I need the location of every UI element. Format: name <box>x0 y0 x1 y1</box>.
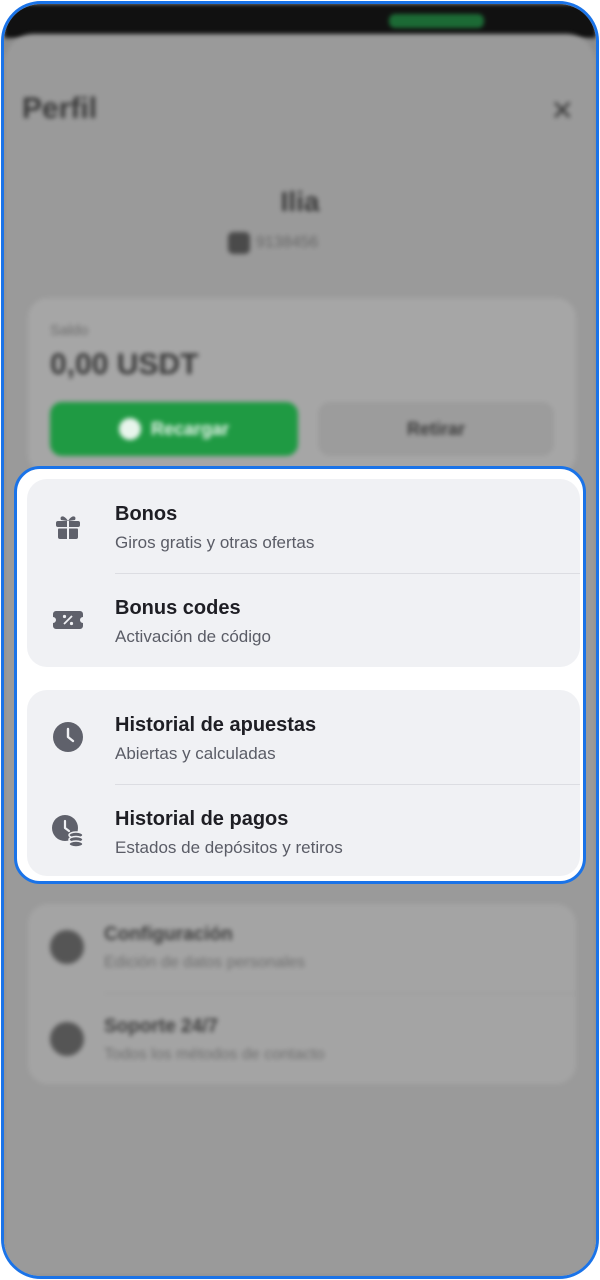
menu-item-subtitle: Abiertas y calculadas <box>115 744 276 763</box>
divider <box>104 993 576 994</box>
user-id: 9138456 <box>256 234 319 251</box>
gear-icon <box>50 930 84 964</box>
deposit-label: Recargar <box>150 418 230 439</box>
withdraw-label: Retirar <box>406 418 466 439</box>
menu-item-title: Historial de apuestas <box>115 714 317 736</box>
menu-item-settings[interactable]: Configuración Edición de datos personale… <box>28 904 576 994</box>
support-icon <box>50 1022 84 1056</box>
menu-item-bonus-codes[interactable]: Bonus codes Activación de código <box>27 573 580 667</box>
menu-item-title: Soporte 24/7 <box>104 1016 219 1037</box>
user-name: Ilia <box>280 186 320 217</box>
gift-icon <box>51 509 85 543</box>
menu-item-bonos[interactable]: Bonos Giros gratis y otras ofertas <box>27 479 580 573</box>
settings-group: Configuración Edición de datos personale… <box>28 904 576 1084</box>
copy-icon[interactable] <box>228 232 250 254</box>
user-id-row[interactable]: 9138456 <box>228 232 318 254</box>
menu-item-title: Bonos <box>115 503 178 525</box>
menu-item-subtitle: Todos los métodos de contacto <box>104 1046 325 1063</box>
menu-item-title: Bonus codes <box>115 597 241 619</box>
payment-history-icon <box>51 814 85 848</box>
menu-item-support[interactable]: Soporte 24/7 Todos los métodos de contac… <box>28 996 576 1086</box>
balance-value: 0,00 USDT <box>50 348 199 381</box>
menu-item-subtitle: Edición de datos personales <box>104 954 306 971</box>
menu-item-subtitle: Estados de depósitos y retiros <box>115 838 343 857</box>
menu-item-subtitle: Giros gratis y otras ofertas <box>115 533 315 552</box>
page-title: Perfil <box>22 92 98 125</box>
balance-card: Saldo 0,00 USDT Recargar Retirar <box>28 298 576 474</box>
history-menu-group: Historial de apuestas Abiertas y calcula… <box>27 690 580 876</box>
status-bar <box>4 4 596 38</box>
menu-item-subtitle: Activación de código <box>115 627 271 646</box>
close-icon[interactable]: ✕ <box>551 94 574 127</box>
bonus-menu-group: Bonos Giros gratis y otras ofertas Bonus… <box>27 479 580 667</box>
withdraw-button[interactable]: Retirar <box>318 402 554 456</box>
balance-label: Saldo <box>50 322 89 339</box>
plus-icon <box>118 418 141 440</box>
clock-icon <box>51 720 85 754</box>
status-indicator <box>389 14 484 28</box>
menu-item-payment-history[interactable]: Historial de pagos Estados de depósitos … <box>27 784 580 878</box>
menu-item-title: Configuración <box>104 924 233 945</box>
phone-frame: Perfil ✕ Ilia 9138456 Saldo 0,00 USDT Re… <box>1 1 599 1279</box>
ticket-icon <box>51 603 85 637</box>
deposit-button[interactable]: Recargar <box>50 402 298 456</box>
menu-item-title: Historial de pagos <box>115 808 289 830</box>
menu-item-bet-history[interactable]: Historial de apuestas Abiertas y calcula… <box>27 690 580 784</box>
highlighted-menu-panel: Bonos Giros gratis y otras ofertas Bonus… <box>14 466 586 884</box>
